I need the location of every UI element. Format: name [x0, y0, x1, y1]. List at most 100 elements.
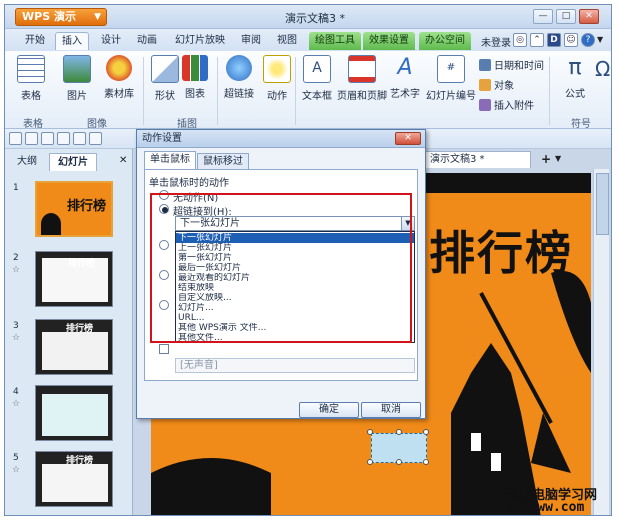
chevron-down-icon[interactable]: ▼ [555, 154, 561, 163]
formula-button-label: 公式 [565, 89, 585, 100]
slide-number: 2 [13, 253, 19, 263]
thumb-title: 排行榜 [67, 199, 107, 214]
hyperlink-button[interactable]: 超链接 [217, 55, 261, 100]
object-button[interactable]: 对象 [479, 77, 514, 92]
animation-star-icon: ☆ [12, 399, 21, 409]
resize-handle[interactable] [396, 429, 402, 435]
slide-thumbnail[interactable]: 排行榜 [35, 451, 113, 507]
table-button[interactable]: 表格 [11, 55, 51, 102]
user-icon[interactable]: ☺ [564, 33, 578, 47]
thumb-title: 排行榜 [66, 324, 94, 334]
paperclip-icon [479, 99, 491, 111]
resize-handle[interactable] [423, 459, 429, 465]
slide-thumbnail[interactable]: 排行榜 [35, 251, 113, 307]
dialog-title-label: 动作设置 [142, 133, 182, 144]
formula-button[interactable]: π 公式 [555, 55, 595, 100]
watermark-site-url: wypcww.com [506, 500, 585, 515]
minimize-button[interactable]: — [533, 9, 553, 24]
header-footer-button[interactable]: 页眉和页脚 [335, 55, 389, 102]
skin-icon[interactable]: ◎ [513, 33, 527, 47]
animation-star-icon: ☆ [12, 265, 21, 275]
save-icon[interactable] [25, 132, 38, 145]
wordart-button[interactable]: A 艺术字 [383, 55, 427, 100]
close-button[interactable]: ✕ [579, 9, 599, 24]
sound-combo[interactable]: [无声音] [175, 358, 415, 373]
play-sound-checkbox[interactable] [159, 344, 169, 354]
ok-button[interactable]: 确定 [299, 402, 359, 418]
tab-effect-settings[interactable]: 效果设置 [363, 32, 415, 50]
picture-button[interactable]: 图片 [57, 55, 97, 102]
slide-number: 1 [13, 183, 19, 193]
tab-office-space[interactable]: 办公空间 [419, 32, 471, 50]
tab-mouse-click[interactable]: 单击鼠标 [144, 151, 196, 169]
globe-link-icon [226, 55, 252, 81]
title-bar: WPS 演示 ▼ 演示文稿3 * — □ ✕ [5, 5, 611, 29]
cancel-button[interactable]: 取消 [361, 402, 421, 418]
tab-slideshow[interactable]: 幻灯片放映 [169, 32, 231, 50]
slide-number: 4 [13, 387, 19, 397]
wps-menu-button[interactable]: WPS 演示 ▼ [15, 8, 107, 26]
gallery-button-label: 素材库 [104, 89, 134, 100]
vertical-scrollbar[interactable] [593, 169, 609, 515]
tab-drawing-tools[interactable]: 绘图工具 [309, 32, 361, 50]
slide-number-icon: # [437, 55, 465, 83]
chart-icon [182, 55, 208, 81]
group-divider [549, 57, 550, 125]
expand-icon[interactable]: ⌃ [530, 33, 544, 47]
section-label: 单击鼠标时的动作 [149, 178, 229, 189]
thumb-content [42, 464, 108, 502]
gallery-button[interactable]: 素材库 [99, 55, 139, 100]
help-dropdown-icon[interactable]: ▼ [597, 35, 603, 44]
tab-review[interactable]: 审阅 [235, 32, 267, 50]
slide-thumbnail[interactable]: 排行榜 [35, 319, 113, 375]
print-icon[interactable] [41, 132, 54, 145]
slide-thumbnail[interactable]: 排行榜 [35, 181, 113, 237]
open-folder-icon[interactable] [9, 132, 22, 145]
document-tab[interactable]: 演示文稿3 * [413, 151, 531, 168]
resize-handle[interactable] [367, 429, 373, 435]
animation-star-icon: ☆ [12, 333, 21, 343]
slide-number-button[interactable]: # 幻灯片编号 [425, 55, 477, 102]
resize-handle[interactable] [396, 459, 402, 465]
help-icon[interactable]: ? [581, 33, 595, 47]
resize-handle[interactable] [367, 459, 373, 465]
symbol-icon[interactable]: Ω [595, 57, 610, 81]
attachment-button[interactable]: 插入附件 [479, 97, 534, 112]
resize-handle[interactable] [423, 429, 429, 435]
textbox-button[interactable]: A 文本框 [295, 55, 339, 102]
tab-design[interactable]: 设计 [95, 32, 127, 50]
tab-insert[interactable]: 插入 [55, 32, 89, 50]
object-icon [479, 79, 491, 91]
slide-thumbnail[interactable] [35, 385, 113, 441]
wordart-button-label: 艺术字 [390, 89, 420, 100]
gallery-icon [106, 55, 132, 81]
tab-animation[interactable]: 动画 [131, 32, 163, 50]
scrollbar-thumb[interactable] [596, 173, 609, 235]
preview-icon[interactable] [57, 132, 70, 145]
calendar-icon [479, 59, 491, 71]
date-time-button[interactable]: 日期和时间 [479, 57, 544, 72]
redo-icon[interactable] [89, 132, 102, 145]
sound-combo-value: [无声音] [180, 360, 218, 371]
tab-home[interactable]: 开始 [19, 32, 51, 50]
login-status[interactable]: 未登录 [481, 34, 511, 49]
tab-slides[interactable]: 幻灯片 [49, 153, 97, 171]
witch-silhouette [41, 213, 61, 235]
slide-number-button-label: 幻灯片编号 [426, 91, 476, 102]
maximize-button[interactable]: □ [556, 9, 576, 24]
undo-icon[interactable] [73, 132, 86, 145]
group-label-image: 图像 [87, 119, 107, 130]
shapes-button-label: 形状 [155, 91, 175, 102]
chart-button[interactable]: 图表 [175, 55, 215, 100]
tab-outline[interactable]: 大纲 [9, 153, 45, 171]
tab-mouse-over[interactable]: 鼠标移过 [197, 153, 249, 169]
slide-number: 3 [13, 321, 19, 331]
picture-button-label: 图片 [67, 91, 87, 102]
tab-view[interactable]: 视图 [271, 32, 303, 50]
textbox-icon: A [303, 55, 331, 83]
panel-close-icon[interactable]: ✕ [119, 155, 127, 166]
dialog-close-button[interactable]: ✕ [395, 132, 421, 145]
action-button[interactable]: 动作 [257, 55, 297, 102]
new-tab-button[interactable]: + [541, 152, 551, 166]
docer-icon[interactable]: D [547, 33, 561, 47]
